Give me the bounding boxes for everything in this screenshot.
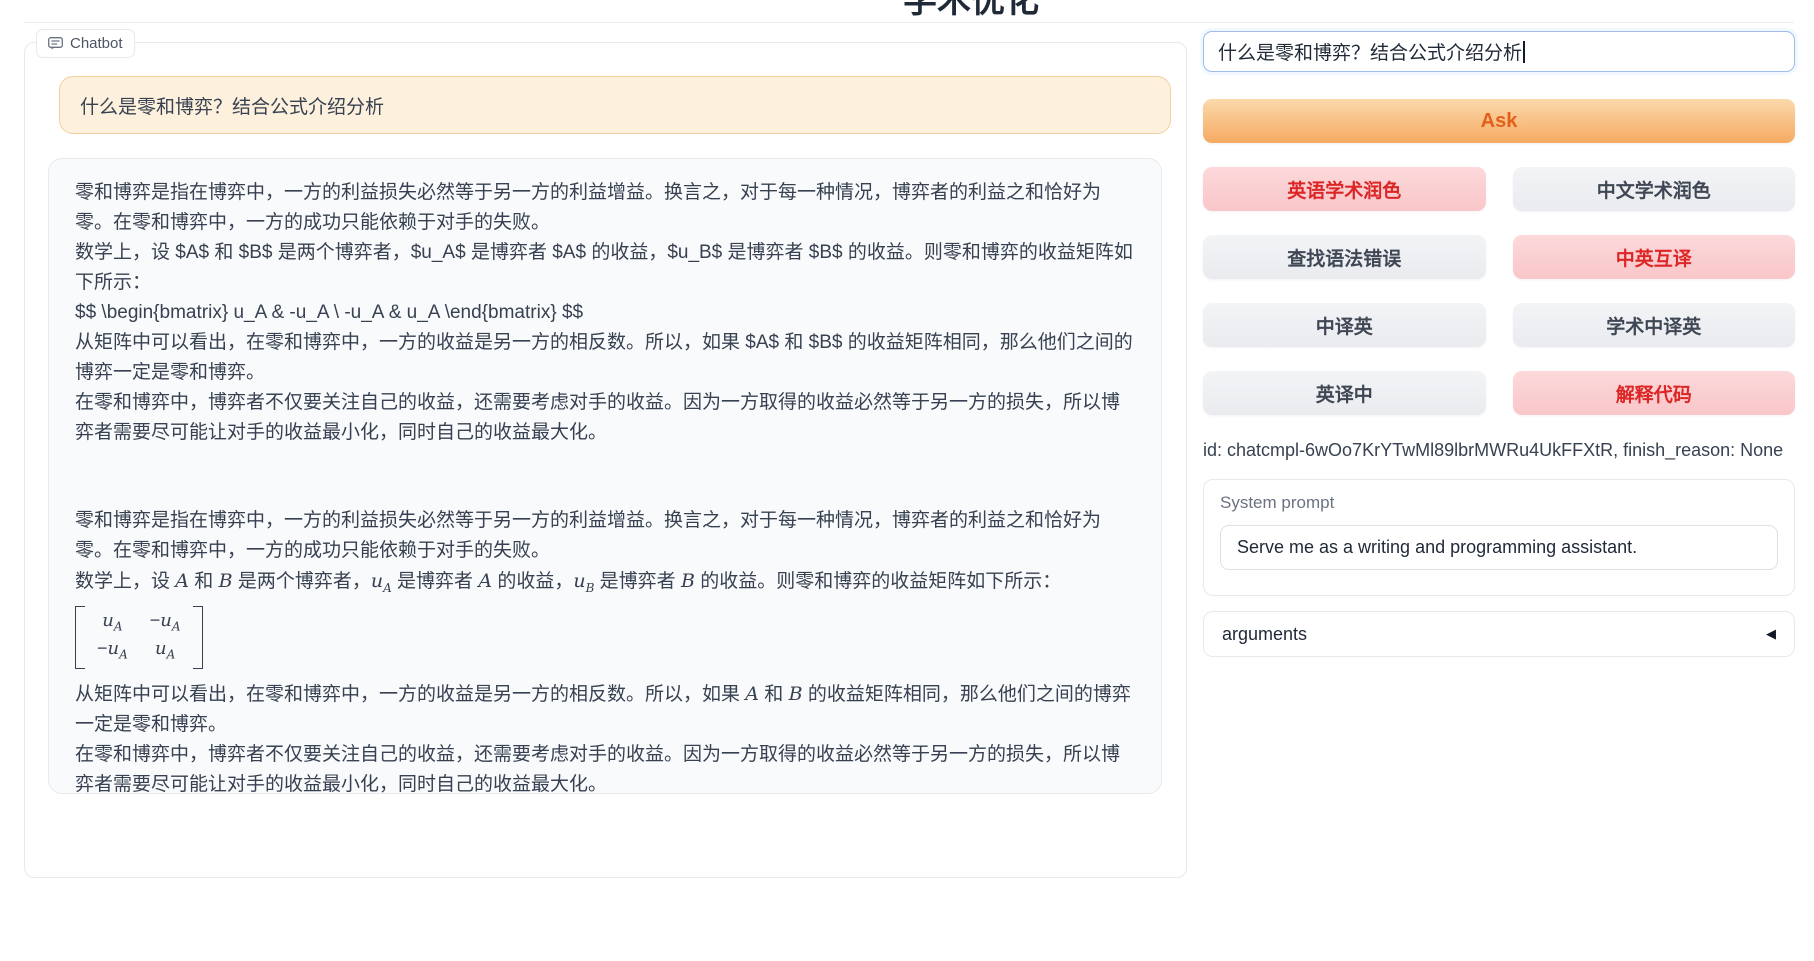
system-prompt-value: Serve me as a writing and programming as… [1237, 537, 1637, 558]
function-button[interactable]: 中英互译 [1513, 235, 1796, 279]
bot-raw-paragraph: 从矩阵中可以看出，在零和博弈中，一方的收益是另一方的相反数。所以，如果 $A$ … [75, 328, 1135, 388]
user-message-text: 什么是零和博弈？结合公式介绍分析 [80, 92, 384, 119]
question-input-value: 什么是零和博弈？结合公式介绍分析 [1218, 38, 1522, 65]
matrix-right-bracket [193, 606, 203, 669]
ask-button[interactable]: Ask [1203, 99, 1795, 143]
bot-message-bubble: 零和博弈是指在博弈中，一方的利益损失必然等于另一方的利益增益。换言之，对于每一种… [48, 158, 1162, 794]
chatbot-label: Chatbot [70, 35, 123, 52]
arguments-accordion[interactable]: arguments ◀ [1203, 611, 1795, 657]
question-input[interactable]: 什么是零和博弈？结合公式介绍分析 [1203, 31, 1795, 72]
function-button[interactable]: 学术中译英 [1513, 303, 1796, 347]
matrix-cell: −uA [150, 609, 181, 638]
function-button[interactable]: 中文学术润色 [1513, 167, 1796, 211]
function-button[interactable]: 解释代码 [1513, 371, 1796, 415]
paragraph-gap [75, 448, 1135, 506]
status-text: id: chatcmpl-6wOo7KrYTwMl89lbrMWRu4UkFFX… [1203, 440, 1795, 461]
chatbot-panel: Chatbot 什么是零和博弈？结合公式介绍分析 零和博弈是指在博弈中，一方的利… [24, 42, 1187, 878]
bot-raw-paragraph: 零和博弈是指在博弈中，一方的利益损失必然等于另一方的利益增益。换言之，对于每一种… [75, 178, 1135, 238]
matrix-cell: uA [155, 637, 175, 666]
bot-rendered-paragraph: 在零和博弈中，博弈者不仅要关注自己的收益，还需要考虑对手的收益。因为一方取得的收… [75, 740, 1135, 794]
function-button[interactable]: 英语学术润色 [1203, 167, 1486, 211]
matrix-cell: −uA [97, 637, 128, 666]
bot-raw-latex-line: $$ \begin{bmatrix} u_A & -u_A \ -u_A & u… [75, 298, 1135, 328]
system-prompt-label: System prompt [1220, 493, 1778, 513]
bot-raw-paragraph: 数学上，设 $A$ 和 $B$ 是两个博弈者，$u_A$ 是博弈者 $A$ 的收… [75, 238, 1135, 298]
control-column: 什么是零和博弈？结合公式介绍分析 Ask 英语学术润色中文学术润色查找语法错误中… [1203, 0, 1795, 961]
function-button[interactable]: 查找语法错误 [1203, 235, 1486, 279]
system-prompt-group: System prompt Serve me as a writing and … [1203, 479, 1795, 596]
function-button-grid: 英语学术润色中文学术润色查找语法错误中英互译中译英学术中译英英译中解释代码 [1203, 167, 1795, 415]
chat-bubble-icon [48, 37, 63, 50]
bot-rendered-paragraph: 从矩阵中可以看出，在零和博弈中，一方的收益是另一方的相反数。所以，如果 A 和 … [75, 679, 1135, 740]
bot-raw-paragraph: 在零和博弈中，博弈者不仅要关注自己的收益，还需要考虑对手的收益。因为一方取得的收… [75, 388, 1135, 448]
accordion-collapse-icon: ◀ [1766, 626, 1776, 642]
arguments-accordion-label: arguments [1222, 624, 1307, 645]
page-title: 学术优化 [903, 0, 1039, 22]
text-cursor [1523, 41, 1525, 63]
chatbot-label-tab: Chatbot [36, 29, 135, 58]
system-prompt-input[interactable]: Serve me as a writing and programming as… [1220, 525, 1778, 570]
matrix-left-bracket [75, 606, 85, 669]
matrix-cell: uA [102, 609, 122, 638]
app-screen: 学术优化 Chatbot 什么是零和博弈？结合公式介绍分析 零和博弈是指在博弈中… [0, 0, 1814, 961]
payoff-matrix: uA −uA −uA uA [75, 603, 1135, 679]
ask-button-label: Ask [1481, 110, 1518, 133]
user-message-bubble: 什么是零和博弈？结合公式介绍分析 [59, 76, 1171, 134]
bot-rendered-paragraph: 数学上，设 A 和 B 是两个博弈者，uA 是博弈者 A 的收益，uB 是博弈者… [75, 566, 1135, 603]
function-button[interactable]: 英译中 [1203, 371, 1486, 415]
bot-rendered-paragraph: 零和博弈是指在博弈中，一方的利益损失必然等于另一方的利益增益。换言之，对于每一种… [75, 506, 1135, 566]
function-button[interactable]: 中译英 [1203, 303, 1486, 347]
